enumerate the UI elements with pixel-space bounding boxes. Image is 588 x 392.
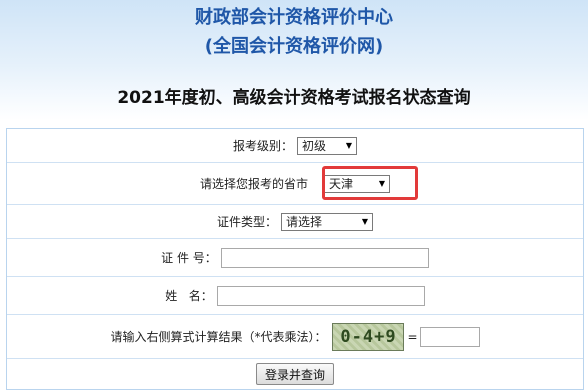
dropdown-arrow-icon: ▼ (345, 141, 352, 150)
name-input[interactable] (216, 285, 425, 306)
id-number-input[interactable] (220, 247, 429, 268)
level-label: 报考级别： (232, 139, 293, 153)
submit-row: 登录并查询 (7, 359, 583, 389)
level-select[interactable]: 初级 ▼ (297, 136, 357, 155)
page-title: 2021年度初、高级会计资格考试报名状态查询 (117, 88, 471, 108)
id-type-row: 证件类型： 请选择 ▼ (7, 205, 583, 239)
province-label: 请选择您报考的省市 (199, 177, 308, 191)
id-type-select[interactable]: 请选择 ▼ (281, 212, 373, 231)
equals-sign: = (407, 329, 418, 344)
login-query-button[interactable]: 登录并查询 (255, 363, 334, 385)
captcha-answer-input[interactable] (419, 326, 480, 347)
org-title: 财政部会计资格评价中心 (195, 7, 393, 28)
id-number-label: 证 件 号： (161, 251, 217, 265)
level-row: 报考级别： 初级 ▼ (7, 129, 583, 163)
header-banner: 财政部会计资格评价中心 (全国会计资格评价网) 2021年度初、高级会计资格考试… (0, 0, 588, 120)
query-form: 报考级别： 初级 ▼ 请选择您报考的省市 天津 ▼ 证件类型： 请选择 ▼ 证 … (6, 128, 584, 390)
org-subtitle: (全国会计资格评价网) (204, 36, 384, 57)
captcha-label: 请输入右侧算式计算结果（*代表乘法）： (110, 330, 327, 344)
province-row: 请选择您报考的省市 天津 ▼ (7, 163, 583, 205)
dropdown-arrow-icon: ▼ (361, 217, 368, 226)
name-label: 姓 名： (165, 289, 213, 303)
highlight-box (322, 166, 418, 200)
captcha-row: 请输入右侧算式计算结果（*代表乘法）： 0-4+9 = (7, 315, 583, 359)
captcha-image: 0-4+9 (332, 322, 405, 351)
id-type-select-value: 请选择 (286, 215, 323, 229)
id-type-label: 证件类型： (216, 215, 277, 229)
level-select-value: 初级 (302, 139, 327, 153)
id-number-row: 证 件 号： (7, 239, 583, 277)
name-row: 姓 名： (7, 277, 583, 315)
